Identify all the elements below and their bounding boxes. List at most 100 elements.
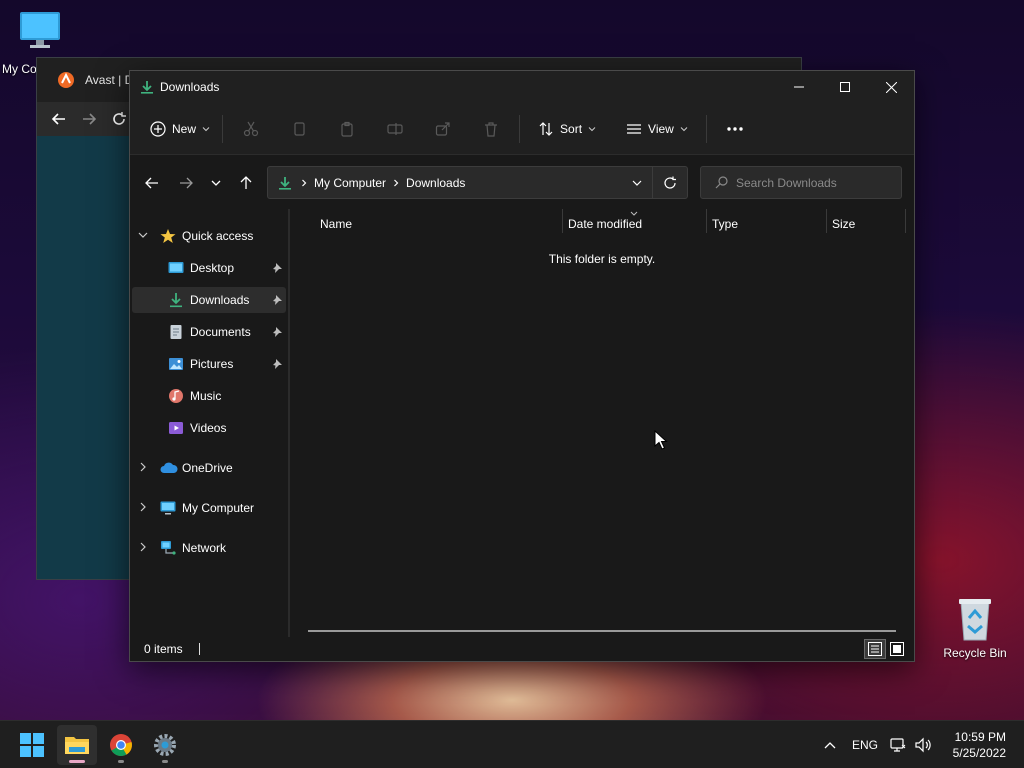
maximize-button[interactable] [822, 71, 868, 103]
chevron-down-icon [588, 126, 596, 131]
chevron-right-icon [140, 462, 146, 472]
search-box[interactable] [700, 166, 902, 199]
nav-item-pictures[interactable]: Pictures [132, 351, 286, 377]
window-controls [776, 71, 914, 103]
column-divider[interactable] [826, 209, 827, 233]
cut-button[interactable] [227, 111, 275, 147]
large-icons-view-icon [890, 642, 904, 656]
column-divider[interactable] [905, 209, 906, 233]
copy-icon [294, 121, 305, 136]
back-arrow-icon[interactable] [51, 111, 67, 127]
item-count: 0 items [144, 642, 183, 656]
nav-label: Downloads [190, 293, 250, 307]
column-header-size[interactable]: Size [832, 209, 902, 239]
nav-item-downloads[interactable]: Downloads [132, 287, 286, 313]
chevron-right-icon [394, 179, 399, 186]
desktop-icon-my-computer[interactable]: My Co [2, 10, 68, 76]
document-icon [170, 325, 182, 339]
close-icon [885, 81, 897, 93]
chevron-right-icon [140, 502, 146, 512]
status-bar: 0 items [130, 637, 914, 661]
nav-item-documents[interactable]: Documents [132, 319, 286, 345]
see-more-button[interactable] [711, 111, 759, 147]
column-header-date-modified[interactable]: Date modified [568, 209, 704, 239]
column-label: Size [832, 217, 856, 231]
pin-icon [273, 295, 282, 305]
nav-label: OneDrive [182, 461, 233, 475]
forward-arrow-icon [180, 177, 193, 189]
desktop-icon-label: My Co [2, 62, 37, 76]
taskbar-file-explorer[interactable] [57, 725, 97, 765]
column-header-type[interactable]: Type [712, 209, 824, 239]
forward-button[interactable] [172, 169, 200, 197]
start-button[interactable] [12, 725, 52, 765]
breadcrumb-my-computer[interactable]: My Computer [314, 176, 386, 190]
language-indicator[interactable]: ENG [852, 738, 878, 752]
clock-date: 5/25/2022 [952, 746, 1006, 760]
details-view-icon [868, 642, 882, 656]
close-button[interactable] [868, 71, 914, 103]
desktop-icon [168, 262, 184, 273]
column-label: Date modified [568, 217, 643, 231]
divider [222, 114, 224, 143]
monitor-icon [20, 12, 60, 48]
large-icons-view-button[interactable] [886, 639, 908, 659]
up-button[interactable] [232, 169, 260, 197]
network-volume-button[interactable] [890, 737, 932, 753]
clock[interactable]: 10:59 PM 5/25/2022 [953, 729, 1006, 761]
horizontal-scrollbar[interactable] [308, 630, 896, 632]
new-button[interactable]: New [142, 111, 218, 147]
chevron-right-icon [302, 179, 307, 186]
forward-arrow-icon[interactable] [81, 111, 97, 127]
rename-button[interactable] [371, 111, 419, 147]
minimize-button[interactable] [776, 71, 822, 103]
maximize-icon [840, 82, 850, 92]
nav-item-desktop[interactable]: Desktop [132, 255, 286, 281]
command-bar: New Sort View [130, 103, 914, 155]
share-button[interactable] [419, 111, 467, 147]
address-history-dropdown[interactable] [622, 167, 652, 198]
list-view-icon [627, 123, 642, 134]
refresh-icon[interactable] [111, 111, 127, 127]
file-list[interactable]: Name Date modified Type Size This folder… [290, 209, 914, 639]
view-button[interactable]: View [618, 111, 696, 147]
folder-icon [65, 737, 89, 754]
paste-button[interactable] [323, 111, 371, 147]
desktop-icon-recycle-bin[interactable]: Recycle Bin [942, 596, 1008, 660]
column-header-name[interactable]: Name [320, 209, 560, 239]
details-view-button[interactable] [864, 639, 886, 659]
refresh-button[interactable] [653, 167, 687, 198]
breadcrumb-downloads[interactable]: Downloads [406, 176, 465, 190]
search-input[interactable] [736, 175, 886, 190]
downloads-icon [170, 293, 182, 308]
address-bar[interactable]: My Computer Downloads [267, 166, 688, 199]
taskbar-chrome[interactable] [101, 725, 141, 765]
search-icon [715, 176, 728, 189]
sort-label: Sort [560, 121, 583, 136]
taskbar: ENG 10:59 PM 5/25/2022 [0, 720, 1024, 768]
column-divider[interactable] [706, 209, 707, 233]
more-dots-icon [727, 126, 743, 131]
copy-button[interactable] [275, 111, 323, 147]
file-explorer-window[interactable]: Downloads New Sort View My Computer Down… [129, 70, 915, 662]
pin-icon [273, 263, 282, 273]
column-divider[interactable] [562, 209, 563, 233]
recent-locations-button[interactable] [202, 169, 230, 197]
nav-item-network[interactable]: Network [132, 535, 286, 561]
show-hidden-icons-button[interactable] [818, 721, 842, 768]
network-icon [161, 541, 176, 555]
pin-icon [273, 327, 282, 337]
nav-item-onedrive[interactable]: OneDrive [132, 455, 286, 481]
system-tray: ENG [818, 721, 932, 768]
explorer-titlebar[interactable]: Downloads [130, 71, 914, 103]
delete-button[interactable] [467, 111, 515, 147]
nav-item-quick-access[interactable]: Quick access [132, 223, 286, 249]
network-status-icon [890, 738, 906, 752]
nav-item-videos[interactable]: Videos [132, 415, 286, 441]
nav-item-music[interactable]: Music [132, 383, 286, 409]
nav-item-my-computer[interactable]: My Computer [132, 495, 286, 521]
taskbar-settings[interactable] [145, 725, 185, 765]
back-button[interactable] [138, 169, 166, 197]
sort-button[interactable]: Sort [530, 111, 604, 147]
address-bar-actions [622, 167, 687, 198]
